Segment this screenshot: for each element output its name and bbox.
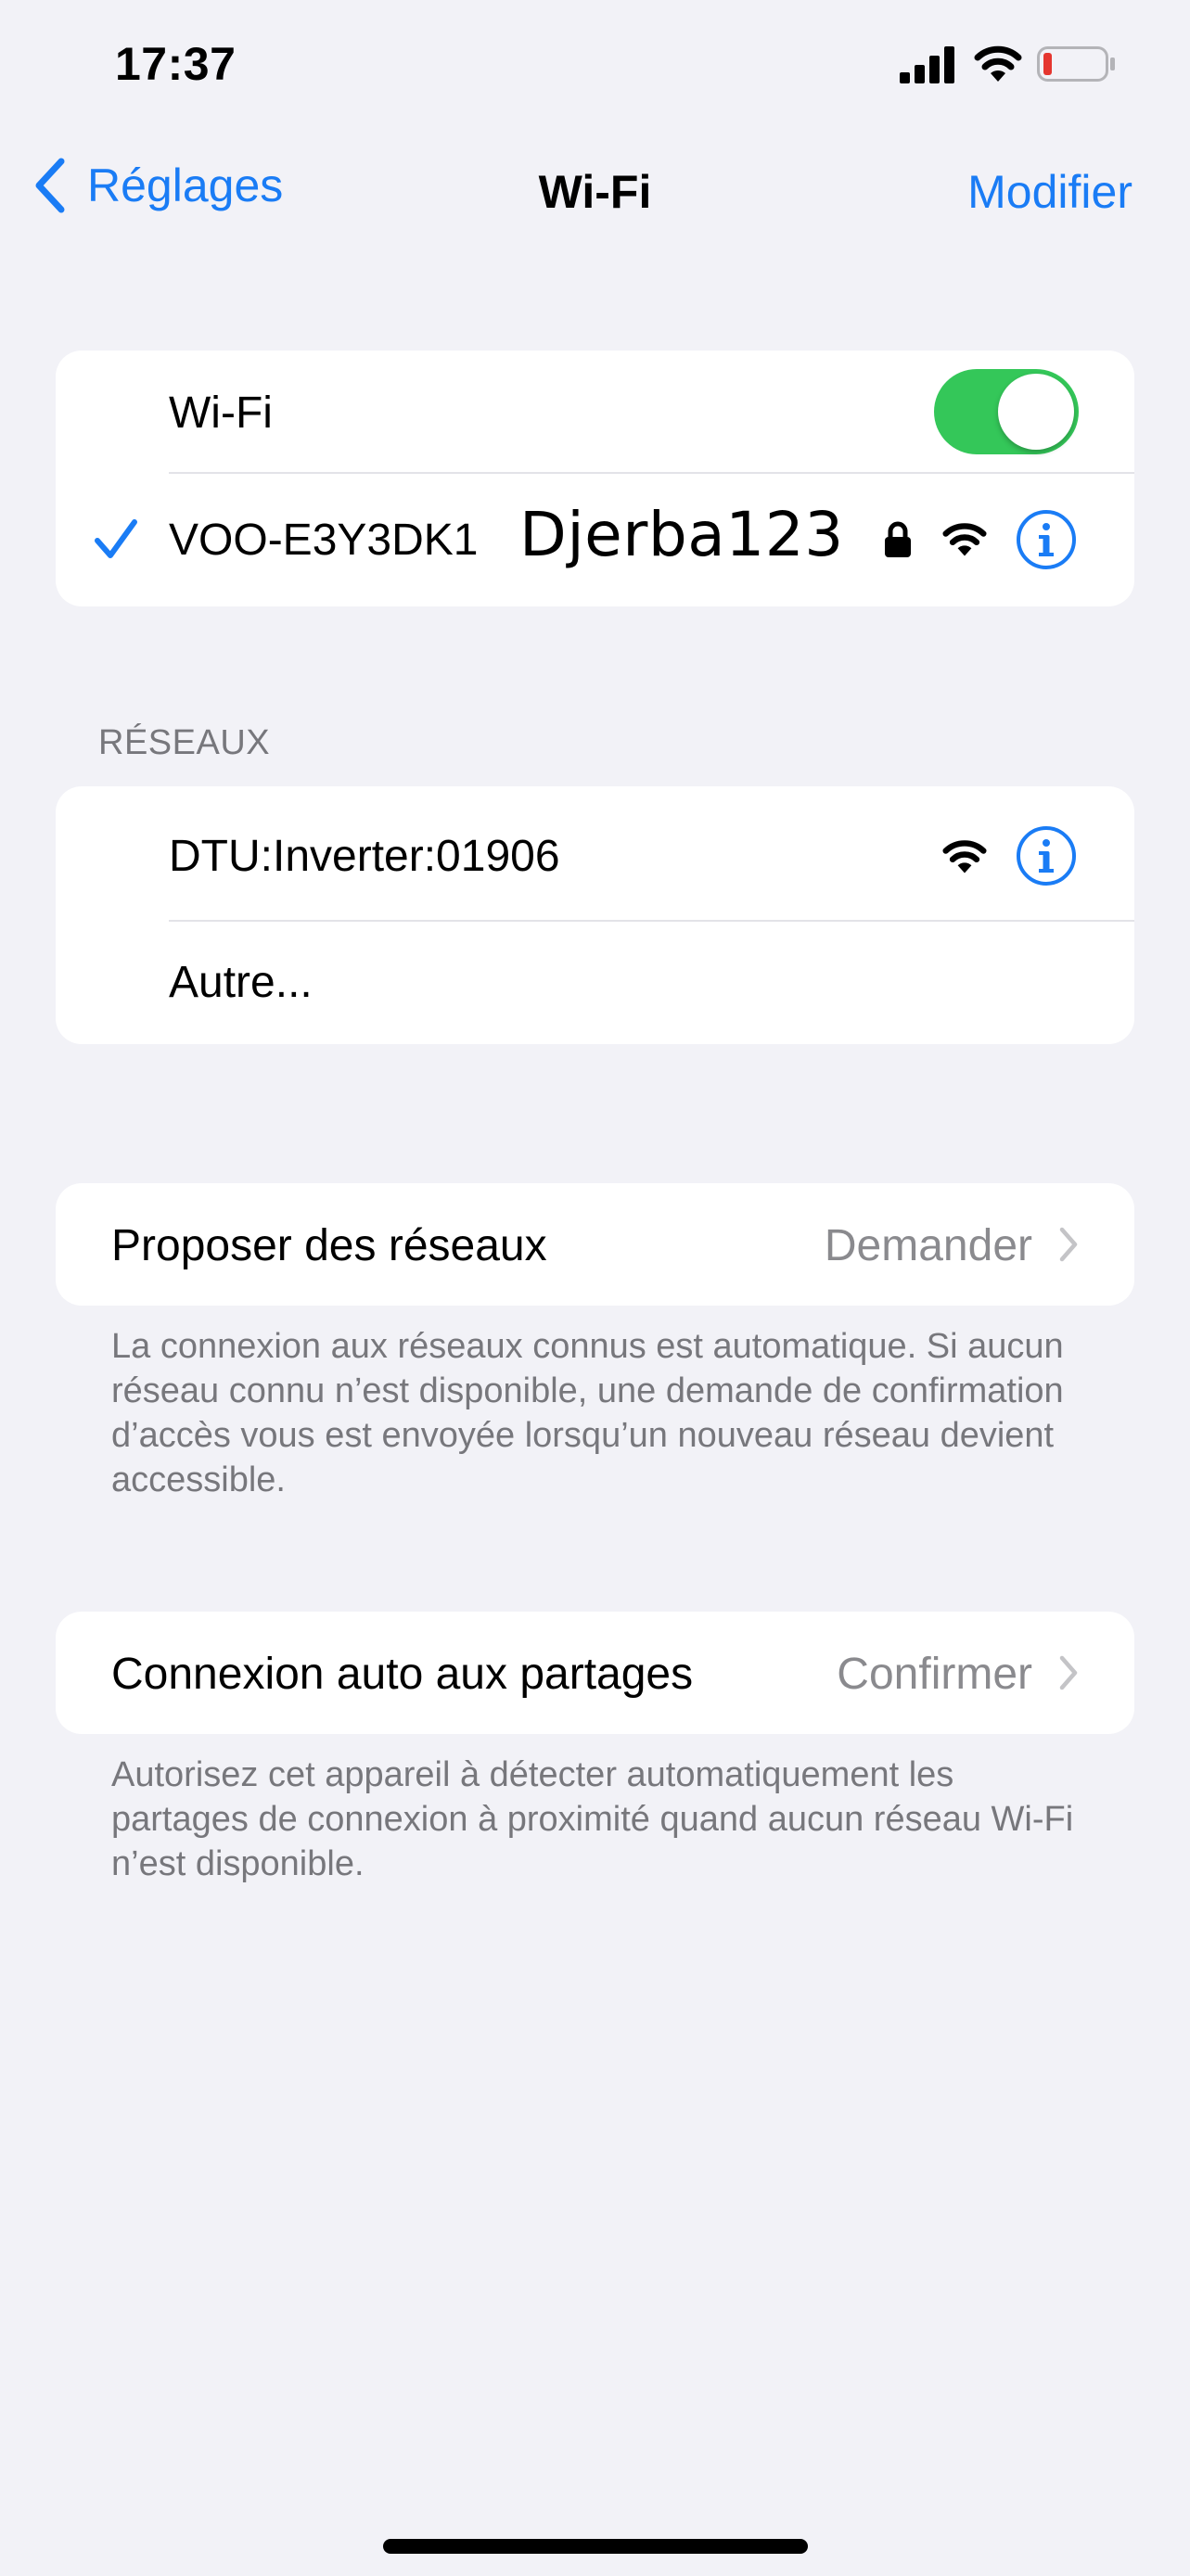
auto-hotspot-footnote: Autorisez cet appareil à détecter automa… [111, 1755, 1074, 1883]
lock-icon [885, 521, 911, 557]
handwritten-password-note: Djerba123 [519, 499, 844, 570]
edit-button[interactable]: Modifier [967, 165, 1132, 219]
chevron-right-icon [1059, 1227, 1078, 1262]
other-network-row[interactable]: Autre... [56, 922, 1134, 1044]
wifi-signal-icon [942, 840, 987, 874]
wifi-toggle[interactable] [934, 369, 1079, 454]
network-name: DTU:Inverter:01906 [169, 832, 560, 881]
home-indicator[interactable] [383, 2539, 808, 2554]
propose-networks-footnote: La connexion aux réseaux connus est auto… [111, 1327, 1064, 1499]
battery-low-icon [1037, 46, 1115, 82]
chevron-right-icon [1059, 1655, 1078, 1690]
other-network-label: Autre... [169, 958, 313, 1007]
checkmark-icon [95, 519, 137, 558]
info-icon[interactable] [1016, 825, 1077, 886]
cellular-signal-icon [900, 46, 954, 83]
auto-hotspot-row[interactable]: Connexion auto aux partages Confirmer [56, 1612, 1134, 1734]
propose-networks-label: Proposer des réseaux [111, 1221, 547, 1270]
networks-card: DTU:Inverter:01906 Autre... [56, 786, 1134, 1044]
propose-networks-value: Demander [824, 1221, 1032, 1270]
toggle-knob [998, 374, 1074, 450]
wifi-toggle-row: Wi-Fi [56, 351, 1134, 473]
wifi-signal-icon [942, 523, 987, 556]
network-row[interactable]: DTU:Inverter:01906 [56, 786, 1134, 921]
propose-networks-row[interactable]: Proposer des réseaux Demander [56, 1183, 1134, 1306]
status-time: 17:37 [115, 38, 237, 90]
networks-section-title: RÉSEAUX [98, 723, 271, 762]
auto-hotspot-label: Connexion auto aux partages [111, 1650, 694, 1699]
connected-network-name: VOO-E3Y3DK1 [169, 516, 479, 565]
auto-hotspot-value: Confirmer [837, 1650, 1032, 1699]
wifi-toggle-label: Wi-Fi [169, 389, 273, 438]
wifi-icon [974, 45, 1022, 82]
info-icon[interactable] [1016, 509, 1077, 570]
